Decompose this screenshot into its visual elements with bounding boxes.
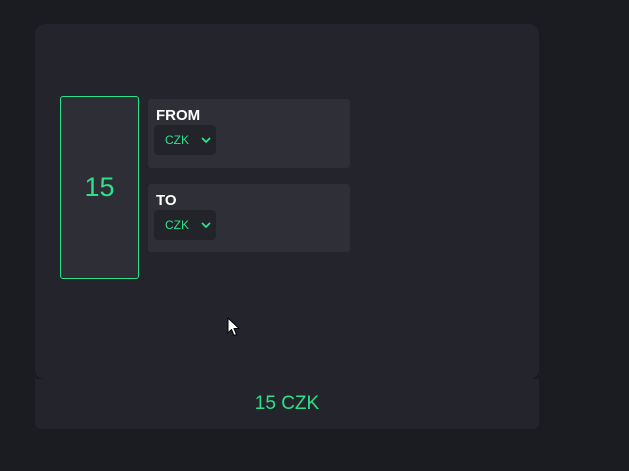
from-label: FROM [156, 107, 201, 124]
from-panel: FROM CZK [148, 99, 350, 168]
amount-input[interactable]: 15 [60, 96, 139, 279]
chevron-down-icon [201, 137, 211, 143]
to-label: TO [156, 192, 177, 209]
to-currency-select[interactable]: CZK [154, 210, 216, 240]
from-currency-value: CZK [165, 133, 189, 147]
chevron-down-icon [201, 222, 211, 228]
to-panel: TO CZK [148, 184, 350, 252]
mouse-cursor-icon [227, 317, 240, 336]
to-currency-value: CZK [165, 218, 189, 232]
conversion-result: 15 CZK [35, 379, 539, 429]
converter-card: 15 FROM CZK TO CZK [35, 24, 539, 379]
from-currency-select[interactable]: CZK [154, 125, 216, 155]
